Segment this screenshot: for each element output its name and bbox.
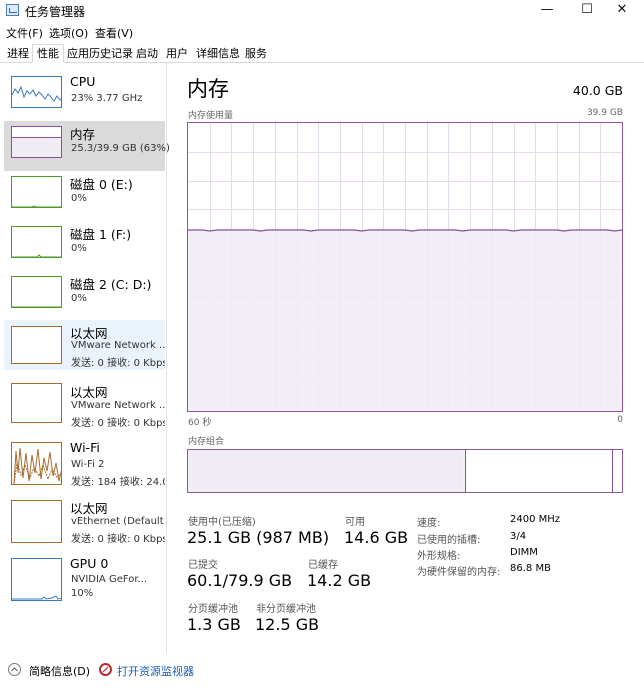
hardware-reserved-label: 为硬件保留的内存: bbox=[417, 567, 501, 578]
fewer-details-button[interactable]: 简略信息(D) bbox=[29, 663, 90, 679]
menu-bar: 文件(F) 选项(O) 查看(V) bbox=[0, 22, 644, 42]
network-thumbnail-graph bbox=[11, 326, 62, 364]
tab-services[interactable]: 服务 bbox=[240, 44, 272, 61]
committed-label: 已提交 bbox=[188, 560, 218, 571]
in-use-segment bbox=[188, 450, 463, 492]
tab-app-history[interactable]: 应用历史记录 bbox=[62, 44, 138, 61]
sidebar-item-title: 内存 bbox=[70, 127, 96, 142]
sidebar-item-ethernet-2[interactable]: 以太网 VMware Network ... 发送: 0 接收: 0 Kbps bbox=[4, 379, 165, 429]
sidebar-item-title: 磁盘 0 (E:) bbox=[70, 177, 133, 192]
sidebar-item-throughput: 发送: 0 接收: 0 Kbps bbox=[71, 358, 165, 369]
sidebar-item-gpu[interactable]: GPU 0 NVIDIA GeFor... 10% bbox=[4, 553, 165, 603]
sidebar-item-detail: VMware Network ... bbox=[71, 340, 165, 351]
sidebar-item-detail: 23% 3.77 GHz bbox=[71, 93, 143, 104]
window-title: 任务管理器 bbox=[25, 5, 86, 19]
sidebar-item-detail: 25.3/39.9 GB (63%) bbox=[71, 143, 170, 154]
open-resource-monitor-link[interactable]: 打开资源监视器 bbox=[117, 663, 194, 679]
composition-label: 内存组合 bbox=[188, 437, 225, 447]
memory-thumbnail-graph bbox=[11, 126, 62, 158]
menu-options[interactable]: 选项(O) bbox=[49, 25, 88, 41]
in-use-label: 使用中(已压缩) bbox=[188, 517, 256, 528]
menu-view[interactable]: 查看(V) bbox=[95, 25, 133, 41]
slots-value: 3/4 bbox=[510, 531, 527, 542]
sidebar-item-ethernet-1[interactable]: 以太网 VMware Network ... 发送: 0 接收: 0 Kbps bbox=[4, 320, 165, 370]
sidebar-item-title: 以太网 bbox=[70, 501, 108, 516]
sidebar-item-vethernet[interactable]: 以太网 vEthernet (Default ... 发送: 0 接收: 0 K… bbox=[4, 495, 165, 545]
sidebar-item-detail: vEthernet (Default ... bbox=[71, 516, 165, 527]
sidebar-item-title: 磁盘 1 (F:) bbox=[70, 227, 132, 242]
tab-strip: 进程 性能 应用历史记录 启动 用户 详细信息 服务 bbox=[0, 42, 644, 63]
nonpaged-pool-value: 12.5 GB bbox=[255, 615, 320, 634]
sidebar-item-title: Wi-Fi bbox=[70, 440, 100, 455]
minimize-button[interactable]: — bbox=[525, 0, 569, 22]
chevron-up-icon[interactable] bbox=[8, 663, 21, 676]
paged-pool-label: 分页缓冲池 bbox=[188, 604, 238, 615]
cpu-thumbnail-graph bbox=[11, 76, 62, 108]
tab-processes[interactable]: 进程 bbox=[2, 44, 34, 61]
sidebar-item-throughput: 发送: 0 接收: 0 Kbps bbox=[71, 534, 165, 545]
tab-details[interactable]: 详细信息 bbox=[191, 44, 245, 61]
sidebar-item-utilization: 10% bbox=[71, 588, 94, 599]
sidebar-item-detail: 0% bbox=[71, 243, 87, 254]
tab-users[interactable]: 用户 bbox=[161, 44, 193, 61]
cached-label: 已缓存 bbox=[308, 560, 338, 571]
memory-usage-area bbox=[188, 230, 622, 411]
total-memory: 40.0 GB bbox=[572, 83, 623, 98]
form-factor-value: DIMM bbox=[510, 547, 538, 558]
time-axis-end: 0 bbox=[617, 415, 623, 425]
sidebar-item-disk-0[interactable]: 磁盘 0 (E:) 0% bbox=[4, 171, 165, 221]
sidebar-item-memory[interactable]: 内存 25.3/39.9 GB (63%) bbox=[4, 121, 170, 171]
footer: 简略信息(D) 打开资源监视器 bbox=[0, 655, 644, 690]
paged-pool-value: 1.3 GB bbox=[187, 615, 241, 634]
gpu-thumbnail-graph bbox=[11, 558, 62, 601]
speed-label: 速度: bbox=[417, 518, 441, 529]
disk-thumbnail-graph bbox=[11, 226, 62, 258]
sidebar-item-detail: 0% bbox=[71, 193, 87, 204]
network-thumbnail-graph bbox=[11, 383, 62, 423]
slots-label: 已使用的插槽: bbox=[417, 535, 481, 546]
sidebar-item-wifi[interactable]: Wi-Fi Wi-Fi 2 发送: 184 接收: 24.0 bbox=[4, 437, 165, 488]
committed-value: 60.1/79.9 GB bbox=[187, 571, 293, 590]
memory-usage-graph bbox=[187, 122, 623, 412]
resource-monitor-icon bbox=[99, 663, 112, 676]
standby-segment bbox=[466, 450, 613, 492]
sidebar-item-detail: Wi-Fi 2 bbox=[71, 459, 105, 470]
sidebar-item-disk-1[interactable]: 磁盘 1 (F:) 0% bbox=[4, 221, 165, 271]
sidebar-item-detail: 0% bbox=[71, 293, 87, 304]
tab-performance[interactable]: 性能 bbox=[32, 44, 64, 63]
task-manager-icon bbox=[6, 4, 19, 16]
wifi-thumbnail-graph bbox=[11, 442, 62, 485]
disk-thumbnail-graph bbox=[11, 176, 62, 208]
menu-file[interactable]: 文件(F) bbox=[6, 25, 43, 41]
network-thumbnail-graph bbox=[11, 500, 62, 543]
tab-startup[interactable]: 启动 bbox=[131, 44, 163, 61]
disk-thumbnail-graph bbox=[11, 276, 62, 308]
time-axis-start: 60 秒 bbox=[188, 418, 212, 428]
sidebar-item-disk-2[interactable]: 磁盘 2 (C: D:) 0% bbox=[4, 271, 165, 321]
sidebar-item-throughput: 发送: 184 接收: 24.0 bbox=[71, 477, 165, 488]
sidebar-item-detail: NVIDIA GeFor... bbox=[71, 574, 148, 585]
sidebar-item-title: 磁盘 2 (C: D:) bbox=[70, 277, 152, 292]
sidebar-item-throughput: 发送: 0 接收: 0 Kbps bbox=[71, 418, 165, 429]
title-bar: 任务管理器 — ☐ ✕ bbox=[0, 0, 644, 22]
sidebar-item-cpu[interactable]: CPU 23% 3.77 GHz bbox=[4, 71, 165, 121]
hardware-reserved-value: 86.8 MB bbox=[510, 563, 551, 574]
available-value: 14.6 GB bbox=[344, 528, 409, 547]
sidebar-item-title: CPU bbox=[70, 74, 96, 89]
resource-sidebar: CPU 23% 3.77 GHz 内存 25.3/39.9 GB (63%) 磁… bbox=[0, 63, 170, 653]
usage-graph-max: 39.9 GB bbox=[586, 108, 623, 118]
sidebar-item-title: 以太网 bbox=[70, 385, 108, 400]
page-title: 内存 bbox=[187, 77, 229, 101]
sidebar-item-detail: VMware Network ... bbox=[71, 400, 165, 411]
sidebar-item-title: GPU 0 bbox=[70, 556, 109, 571]
memory-composition-bar bbox=[187, 449, 623, 493]
in-use-value: 25.1 GB (987 MB) bbox=[187, 528, 330, 547]
cached-value: 14.2 GB bbox=[307, 571, 372, 590]
available-label: 可用 bbox=[345, 517, 365, 528]
usage-graph-label: 内存使用量 bbox=[188, 111, 234, 121]
close-button[interactable]: ✕ bbox=[600, 0, 644, 22]
form-factor-label: 外形规格: bbox=[417, 551, 461, 562]
speed-value: 2400 MHz bbox=[510, 514, 561, 525]
nonpaged-pool-label: 非分页缓冲池 bbox=[256, 604, 316, 615]
